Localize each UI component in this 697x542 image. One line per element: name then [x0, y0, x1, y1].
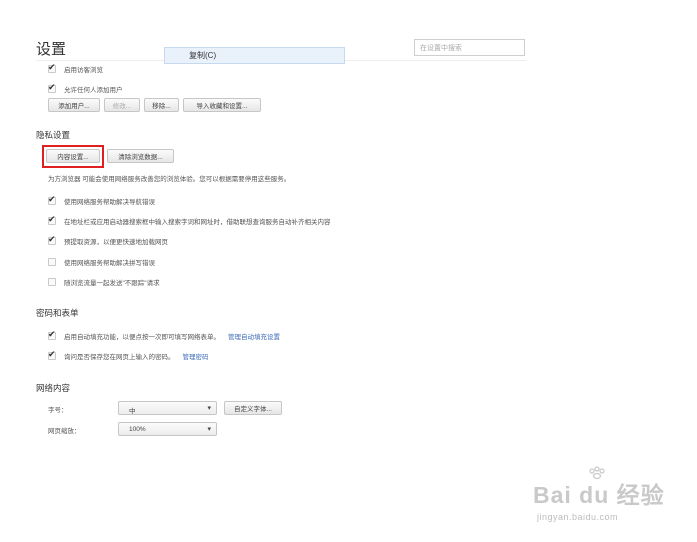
do-not-track-checkbox[interactable]	[48, 278, 56, 286]
privacy-option-row[interactable]: 在地址栏或应用启动器搜索框中输入搜索字词和网址时，借助联想查询服务自动补齐相关内…	[48, 214, 331, 226]
privacy-option-label: 使用网络服务帮助解决导航错误	[64, 199, 155, 206]
guest-browsing-label: 启用访客浏览	[64, 67, 103, 74]
privacy-option-label: 使用网络服务帮助解决拼写错误	[64, 260, 155, 267]
settings-search-input[interactable]: 在设置中搜索	[414, 39, 525, 56]
navigation-error-checkbox[interactable]	[48, 194, 56, 205]
privacy-option-label: 在地址栏或应用启动器搜索框中输入搜索字词和网址时，借助联想查询服务自动补齐相关内…	[64, 219, 331, 226]
allow-add-users-checkbox-row[interactable]: 允许任何人添加用户	[48, 82, 123, 94]
manage-passwords-link[interactable]: 管理密码	[183, 351, 209, 361]
copy-menu-item-label: 复制(C)	[189, 51, 217, 60]
privacy-option-row[interactable]: 预提取资源，以便更快速地加载网页	[48, 234, 168, 246]
baidu-watermark: Bai du 经验	[533, 482, 665, 508]
font-size-label: 字号：	[48, 407, 68, 414]
prefetch-checkbox[interactable]	[48, 234, 56, 245]
edit-user-button[interactable]: 修改...	[104, 98, 140, 112]
remove-user-button[interactable]: 移除...	[144, 98, 179, 112]
web-content-heading: 网络内容	[36, 383, 71, 393]
privacy-description: 为方浏览器 可能会使用网络服务改善您的浏览体验。您可以根据需要停用这些服务。	[48, 176, 291, 183]
manage-autofill-link[interactable]: 管理自动填充设置	[228, 331, 280, 341]
allow-add-users-label: 允许任何人添加用户	[64, 87, 123, 94]
autofill-checkbox[interactable]	[48, 329, 56, 340]
page-zoom-value: 100%	[129, 426, 146, 433]
page-zoom-select[interactable]: 100% ▾	[118, 422, 217, 436]
spelling-service-checkbox[interactable]	[48, 258, 56, 266]
autofill-label: 启用自动填充功能，以便点按一次即可填写网络表单。	[64, 334, 220, 341]
privacy-option-label: 随浏览流量一起发送"不跟踪"请求	[64, 280, 160, 287]
customize-fonts-button[interactable]: 自定义字体...	[224, 401, 282, 415]
autofill-checkbox-row[interactable]: 启用自动填充功能，以便点按一次即可填写网络表单。 管理自动填充设置	[48, 329, 280, 341]
font-size-select[interactable]: 中 ▾	[118, 401, 217, 415]
save-passwords-checkbox-row[interactable]: 询问是否保存您在网页上输入的密码。 管理密码	[48, 349, 209, 361]
page-zoom-label: 网页缩放：	[48, 428, 81, 435]
dropdown-arrow-icon: ▾	[207, 426, 211, 433]
add-user-button[interactable]: 添加用户...	[48, 98, 100, 112]
highlight-box	[42, 145, 104, 168]
privacy-option-row[interactable]: 随浏览流量一起发送"不跟踪"请求	[48, 277, 160, 287]
allow-add-users-checkbox[interactable]	[48, 82, 56, 93]
guest-browsing-checkbox-row[interactable]: 启用访客浏览	[48, 62, 103, 74]
font-size-value: 中	[129, 408, 136, 415]
privacy-option-row[interactable]: 使用网络服务帮助解决拼写错误	[48, 257, 155, 267]
import-bookmarks-button[interactable]: 导入收藏和设置...	[183, 98, 261, 112]
baidu-watermark-url: jingyan.baidu.com	[537, 512, 619, 522]
page-title: 设置	[36, 41, 67, 58]
guest-browsing-checkbox[interactable]	[48, 62, 56, 73]
privacy-option-label: 预提取资源，以便更快速地加载网页	[64, 239, 168, 246]
search-suggest-checkbox[interactable]	[48, 214, 56, 225]
dropdown-arrow-icon: ▾	[207, 405, 211, 412]
privacy-heading: 隐私设置	[36, 130, 71, 140]
privacy-option-row[interactable]: 使用网络服务帮助解决导航错误	[48, 194, 155, 206]
clear-browsing-data-button[interactable]: 清除浏览数据...	[107, 149, 174, 163]
save-passwords-label: 询问是否保存您在网页上输入的密码。	[64, 354, 175, 361]
passwords-heading: 密码和表单	[36, 308, 79, 318]
save-passwords-checkbox[interactable]	[48, 349, 56, 360]
context-menu-copy[interactable]: 复制(C)	[164, 47, 345, 64]
